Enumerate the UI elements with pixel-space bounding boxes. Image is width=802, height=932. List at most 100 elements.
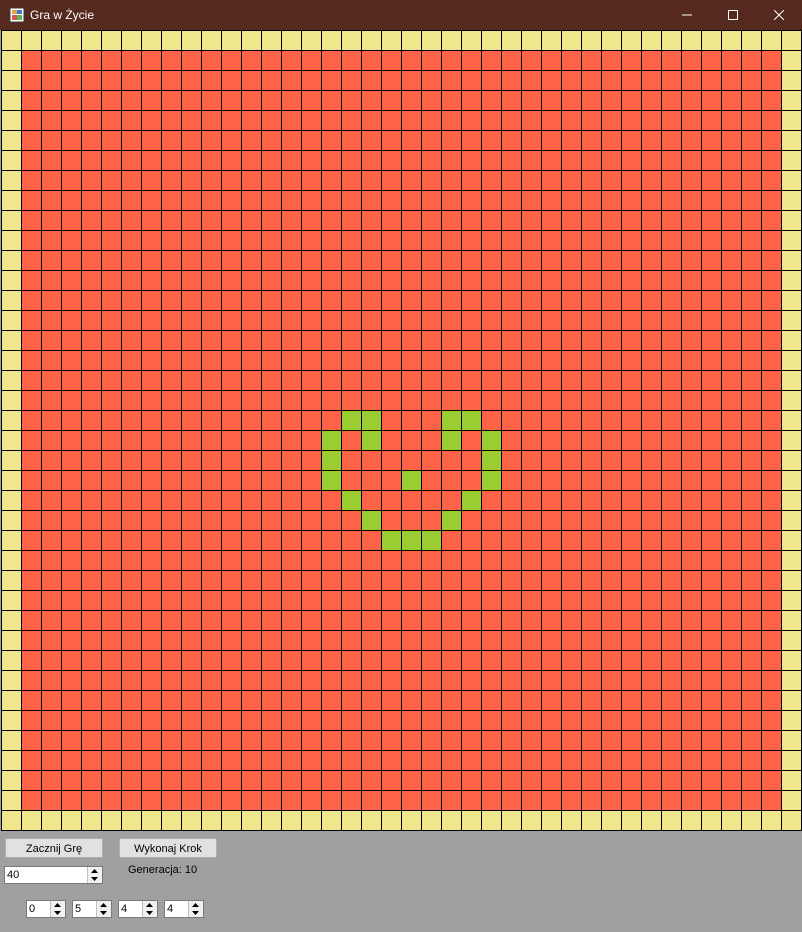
dead-cell[interactable] (21, 330, 42, 351)
dead-cell[interactable] (221, 710, 242, 731)
dead-cell[interactable] (201, 310, 222, 331)
dead-cell[interactable] (681, 730, 702, 751)
dead-cell[interactable] (301, 610, 322, 631)
dead-cell[interactable] (241, 490, 262, 511)
dead-cell[interactable] (141, 450, 162, 471)
dead-cell[interactable] (561, 430, 582, 451)
dead-cell[interactable] (61, 550, 82, 571)
dead-cell[interactable] (541, 450, 562, 471)
dead-cell[interactable] (241, 290, 262, 311)
dead-cell[interactable] (241, 590, 262, 611)
dead-cell[interactable] (321, 650, 342, 671)
dead-cell[interactable] (381, 590, 402, 611)
dead-cell[interactable] (61, 770, 82, 791)
dead-cell[interactable] (101, 250, 122, 271)
border-cell[interactable] (781, 530, 802, 551)
border-cell[interactable] (441, 30, 462, 51)
dead-cell[interactable] (181, 370, 202, 391)
border-cell[interactable] (1, 110, 22, 131)
dead-cell[interactable] (61, 470, 82, 491)
dead-cell[interactable] (261, 90, 282, 111)
dead-cell[interactable] (161, 650, 182, 671)
dead-cell[interactable] (421, 750, 442, 771)
dead-cell[interactable] (761, 390, 782, 411)
dead-cell[interactable] (641, 470, 662, 491)
dead-cell[interactable] (221, 150, 242, 171)
dead-cell[interactable] (321, 130, 342, 151)
dead-cell[interactable] (41, 530, 62, 551)
dead-cell[interactable] (161, 470, 182, 491)
dead-cell[interactable] (61, 230, 82, 251)
dead-cell[interactable] (441, 130, 462, 151)
dead-cell[interactable] (581, 370, 602, 391)
dead-cell[interactable] (461, 330, 482, 351)
dead-cell[interactable] (261, 270, 282, 291)
dead-cell[interactable] (661, 310, 682, 331)
dead-cell[interactable] (221, 210, 242, 231)
dead-cell[interactable] (141, 70, 162, 91)
dead-cell[interactable] (641, 290, 662, 311)
dead-cell[interactable] (281, 350, 302, 371)
dead-cell[interactable] (581, 330, 602, 351)
dead-cell[interactable] (121, 250, 142, 271)
dead-cell[interactable] (541, 790, 562, 811)
border-cell[interactable] (781, 330, 802, 351)
dead-cell[interactable] (141, 710, 162, 731)
dead-cell[interactable] (341, 690, 362, 711)
dead-cell[interactable] (201, 370, 222, 391)
dead-cell[interactable] (221, 730, 242, 751)
dead-cell[interactable] (41, 330, 62, 351)
dead-cell[interactable] (661, 90, 682, 111)
border-cell[interactable] (661, 810, 682, 831)
dead-cell[interactable] (621, 710, 642, 731)
border-cell[interactable] (221, 810, 242, 831)
dead-cell[interactable] (501, 550, 522, 571)
dead-cell[interactable] (521, 210, 542, 231)
dead-cell[interactable] (721, 170, 742, 191)
dead-cell[interactable] (681, 210, 702, 231)
dead-cell[interactable] (681, 270, 702, 291)
board-size-arrows[interactable] (87, 867, 102, 883)
dead-cell[interactable] (701, 690, 722, 711)
border-cell[interactable] (781, 90, 802, 111)
dead-cell[interactable] (681, 690, 702, 711)
dead-cell[interactable] (41, 230, 62, 251)
dead-cell[interactable] (241, 670, 262, 691)
dead-cell[interactable] (641, 670, 662, 691)
dead-cell[interactable] (321, 270, 342, 291)
dead-cell[interactable] (661, 230, 682, 251)
dead-cell[interactable] (121, 150, 142, 171)
border-cell[interactable] (781, 710, 802, 731)
dead-cell[interactable] (341, 650, 362, 671)
border-cell[interactable] (1, 30, 22, 51)
dead-cell[interactable] (181, 530, 202, 551)
dead-cell[interactable] (761, 170, 782, 191)
dead-cell[interactable] (261, 310, 282, 331)
dead-cell[interactable] (421, 590, 442, 611)
dead-cell[interactable] (641, 730, 662, 751)
dead-cell[interactable] (61, 710, 82, 731)
dead-cell[interactable] (461, 710, 482, 731)
dead-cell[interactable] (501, 510, 522, 531)
dead-cell[interactable] (161, 490, 182, 511)
arrow-up-icon[interactable] (54, 902, 61, 908)
dead-cell[interactable] (661, 770, 682, 791)
dead-cell[interactable] (501, 630, 522, 651)
dead-cell[interactable] (541, 470, 562, 491)
dead-cell[interactable] (501, 450, 522, 471)
border-cell[interactable] (781, 470, 802, 491)
dead-cell[interactable] (461, 70, 482, 91)
dead-cell[interactable] (521, 630, 542, 651)
dead-cell[interactable] (101, 670, 122, 691)
dead-cell[interactable] (321, 750, 342, 771)
dead-cell[interactable] (401, 350, 422, 371)
dead-cell[interactable] (301, 390, 322, 411)
dead-cell[interactable] (481, 630, 502, 651)
dead-cell[interactable] (501, 330, 522, 351)
dead-cell[interactable] (121, 570, 142, 591)
dead-cell[interactable] (21, 550, 42, 571)
dead-cell[interactable] (661, 270, 682, 291)
dead-cell[interactable] (221, 130, 242, 151)
dead-cell[interactable] (461, 350, 482, 371)
dead-cell[interactable] (21, 310, 42, 331)
